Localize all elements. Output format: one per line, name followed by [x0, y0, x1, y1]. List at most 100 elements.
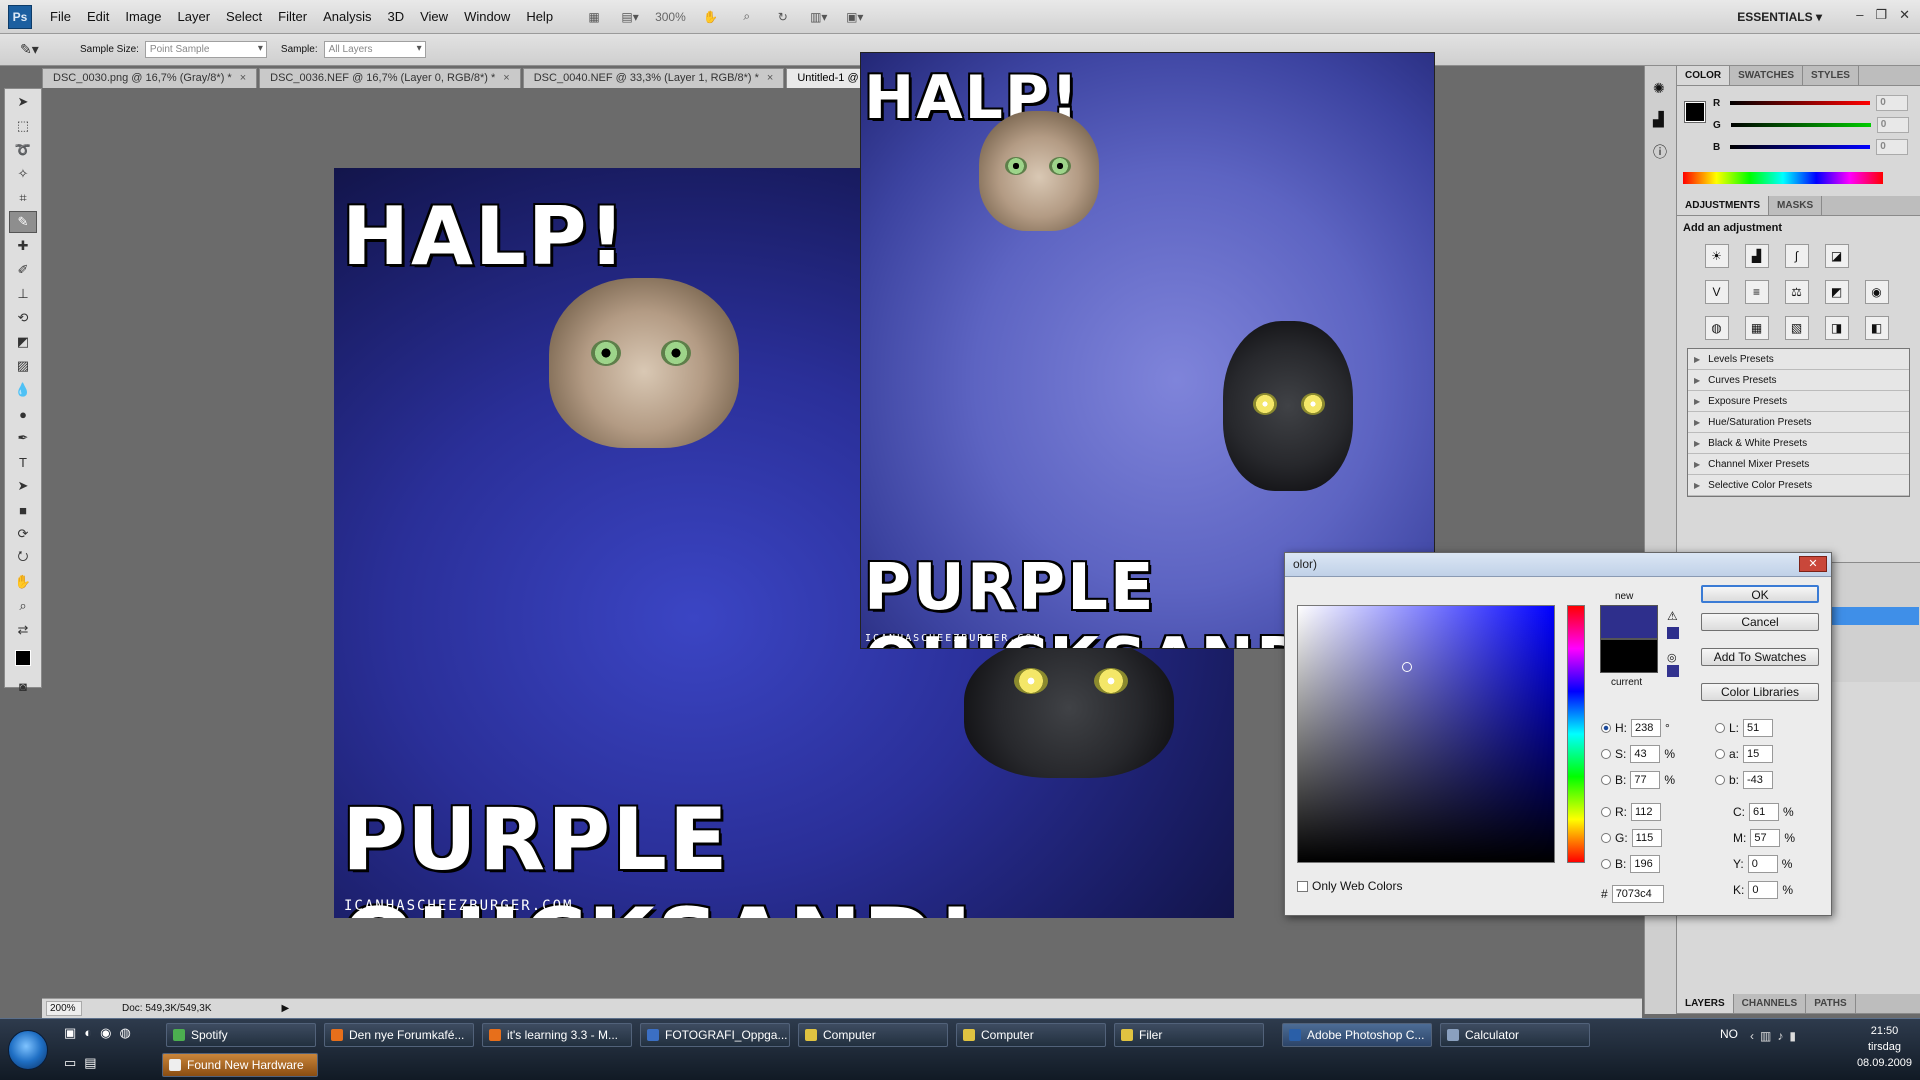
dialog-close-button[interactable]: ✕ — [1799, 556, 1827, 572]
screen-mode-icon[interactable]: ▣▾ — [844, 7, 866, 27]
close-tab-icon[interactable]: × — [240, 72, 246, 84]
start-button[interactable] — [8, 1030, 48, 1070]
switch-windows-icon[interactable]: ▤ — [84, 1055, 96, 1071]
lab-a-field[interactable]: a: 15 — [1715, 745, 1774, 763]
gradient-map-icon[interactable]: ◧ — [1864, 316, 1889, 340]
hex-field[interactable]: #7073c4 — [1601, 885, 1664, 903]
clock[interactable]: 21:50 tirsdag 08.09.2009 — [1857, 1023, 1912, 1071]
taskbar-item[interactable]: Calculator — [1440, 1023, 1590, 1047]
lab-b-field[interactable]: b: -43 — [1715, 771, 1774, 789]
3d-rotate-icon[interactable]: ⟳ — [9, 523, 37, 545]
lab-l-input[interactable]: 51 — [1743, 719, 1774, 737]
menu-layer[interactable]: Layer — [170, 9, 219, 24]
minimize-icon[interactable]: – — [1856, 7, 1863, 23]
menu-window[interactable]: Window — [456, 9, 518, 24]
curves-icon[interactable]: ∫ — [1784, 244, 1809, 268]
swap-colors-icon[interactable]: ⇄ — [9, 619, 37, 641]
taskbar-item[interactable]: Computer — [798, 1023, 948, 1047]
ok-button[interactable]: OK — [1701, 585, 1819, 603]
quick-launch-icon[interactable]: ◐ — [84, 1025, 92, 1041]
menu-image[interactable]: Image — [117, 9, 169, 24]
show-hidden-icons-icon[interactable]: ‹ — [1750, 1029, 1754, 1043]
cyan-input[interactable]: 61 — [1749, 803, 1779, 821]
view-extras-icon[interactable]: ▤▾ — [619, 7, 641, 27]
taskbar-item[interactable]: Den nye Forumkafé... — [324, 1023, 474, 1047]
zoom-icon[interactable]: ⌕ — [736, 7, 758, 27]
path-selection-icon[interactable]: ➤ — [9, 475, 37, 497]
green-field[interactable]: G: 115 — [1601, 829, 1662, 847]
zoom-level-dropdown[interactable]: 300% — [655, 10, 686, 24]
add-to-swatches-button[interactable]: Add To Swatches — [1701, 648, 1819, 666]
tab-styles[interactable]: STYLES — [1803, 66, 1859, 85]
status-menu-icon[interactable]: ▶ — [282, 1003, 290, 1014]
preset-exposure[interactable]: Exposure Presets — [1688, 391, 1909, 412]
hue-radio[interactable] — [1601, 723, 1611, 733]
cancel-button[interactable]: Cancel — [1701, 613, 1819, 631]
crop-tool-icon[interactable]: ⌗ — [9, 187, 37, 209]
black-field[interactable]: K: 0% — [1733, 881, 1793, 899]
tab-adjustments[interactable]: ADJUSTMENTS — [1677, 196, 1770, 215]
sample-size-select[interactable]: Point Sample — [144, 41, 267, 58]
color-field[interactable] — [1297, 605, 1555, 863]
move-tool-icon[interactable]: ➤ — [9, 91, 37, 113]
hand-icon[interactable]: ✋ — [700, 7, 722, 27]
menu-select[interactable]: Select — [218, 9, 270, 24]
rotate-view-icon[interactable]: ↻ — [772, 7, 794, 27]
tab-masks[interactable]: MASKS — [1769, 196, 1823, 215]
shape-tool-icon[interactable]: ■ — [9, 499, 37, 521]
quick-mask-icon[interactable]: ◙ — [9, 675, 37, 697]
magenta-field[interactable]: M: 57% — [1733, 829, 1795, 847]
green-value-field[interactable]: 0 — [1876, 117, 1909, 133]
quick-launch-icon[interactable]: ◉ — [100, 1025, 111, 1041]
blue-input[interactable]: 196 — [1630, 855, 1661, 873]
taskbar-item-found-new-hardware[interactable]: Found New Hardware — [162, 1053, 318, 1077]
color-spectrum-ramp[interactable] — [1683, 172, 1883, 184]
preset-selective-color[interactable]: Selective Color Presets — [1688, 475, 1909, 496]
sample-select[interactable]: All Layers — [323, 41, 426, 58]
quick-launch-icon[interactable]: ◍ — [120, 1025, 131, 1041]
exposure-icon[interactable]: ◪ — [1824, 244, 1849, 268]
tab-paths[interactable]: PATHS — [1806, 994, 1856, 1013]
battery-icon[interactable]: ▮ — [1789, 1029, 1796, 1043]
red-slider-track[interactable] — [1730, 101, 1871, 105]
red-field[interactable]: R: 112 — [1601, 803, 1661, 821]
yellow-field[interactable]: Y: 0% — [1733, 855, 1792, 873]
lab-l-field[interactable]: L: 51 — [1715, 719, 1774, 737]
foreground-color-swatch[interactable] — [1684, 101, 1706, 123]
menu-view[interactable]: View — [412, 9, 456, 24]
hue-slider[interactable] — [1567, 605, 1585, 863]
color-libraries-button[interactable]: Color Libraries — [1701, 683, 1819, 701]
lab-b-input[interactable]: -43 — [1743, 771, 1774, 789]
brightness-radio[interactable] — [1601, 775, 1611, 785]
dodge-tool-icon[interactable]: ● — [9, 403, 37, 425]
menu-filter[interactable]: Filter — [270, 9, 315, 24]
blue-value-field[interactable]: 0 — [1876, 139, 1909, 155]
info-icon[interactable]: ⓘ — [1653, 142, 1668, 162]
preset-levels[interactable]: Levels Presets — [1688, 349, 1909, 370]
green-slider[interactable]: G0 — [1713, 114, 1909, 136]
taskbar-item[interactable]: FOTOGRAFI_Oppga... — [640, 1023, 790, 1047]
photo-filter-icon[interactable]: ◉ — [1864, 280, 1889, 304]
lab-a-radio[interactable] — [1715, 749, 1725, 759]
color-balance-icon[interactable]: ⚖ — [1784, 280, 1809, 304]
only-web-colors-option[interactable]: Only Web Colors — [1297, 879, 1402, 893]
lab-a-input[interactable]: 15 — [1743, 745, 1774, 763]
type-tool-icon[interactable]: T — [9, 451, 37, 473]
pen-tool-icon[interactable]: ✒ — [9, 427, 37, 449]
language-indicator[interactable]: NO — [1720, 1027, 1738, 1041]
hex-input[interactable]: 7073c4 — [1611, 885, 1664, 903]
magic-wand-icon[interactable]: ✧ — [9, 163, 37, 185]
menu-edit[interactable]: Edit — [79, 9, 117, 24]
brightness-field[interactable]: B: 77% — [1601, 771, 1675, 789]
green-input[interactable]: 115 — [1631, 829, 1662, 847]
green-slider-track[interactable] — [1730, 123, 1871, 127]
taskbar-item[interactable]: Spotify — [166, 1023, 316, 1047]
navigator-icon[interactable]: ✺ — [1653, 80, 1668, 97]
tab-dsc-0030[interactable]: DSC_0030.png @ 16,7% (Gray/8*) * × — [42, 68, 258, 88]
volume-icon[interactable]: ♪ — [1777, 1029, 1783, 1043]
bridge-icon[interactable]: ▦ — [583, 7, 605, 27]
red-slider[interactable]: R0 — [1713, 92, 1909, 114]
tab-dsc-0040[interactable]: DSC_0040.NEF @ 33,3% (Layer 1, RGB/8*) *… — [522, 68, 785, 88]
cyan-field[interactable]: C: 61% — [1733, 803, 1794, 821]
tab-dsc-0036[interactable]: DSC_0036.NEF @ 16,7% (Layer 0, RGB/8*) *… — [259, 68, 521, 88]
